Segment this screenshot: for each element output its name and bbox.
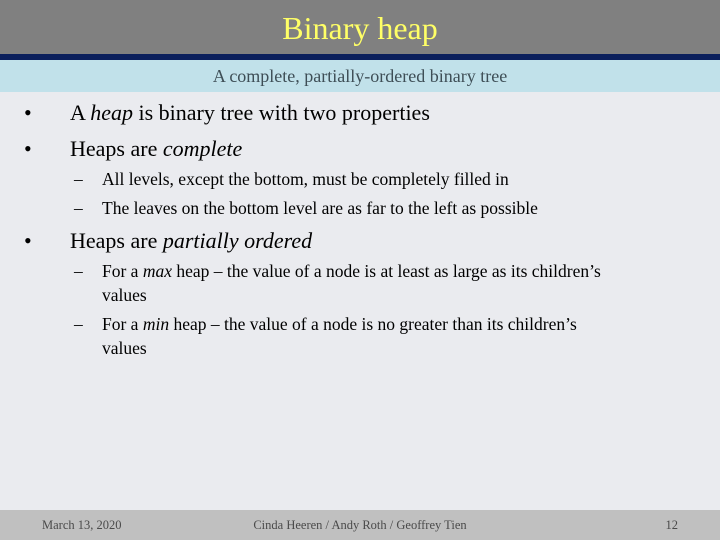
slide-footer: March 13, 2020 Cinda Heeren / Andy Roth … xyxy=(0,510,720,540)
sub-bullet-text: For a max heap – the value of a node is … xyxy=(102,259,601,283)
bullet-text-part: is binary tree with two properties xyxy=(132,100,430,125)
sub-bullet-text-part: For a xyxy=(102,314,143,334)
sub-bullet-emphasis: min xyxy=(142,314,170,334)
slide-title: Binary heap xyxy=(282,10,438,46)
title-bar: Binary heap xyxy=(0,0,720,54)
bullet-emphasis: complete xyxy=(162,136,243,161)
bullet-marker: • xyxy=(24,228,32,253)
page-number: 12 xyxy=(665,518,679,532)
bullet-emphasis: heap xyxy=(90,100,133,125)
bullet-text-part: A xyxy=(70,100,91,125)
sub-bullet-text: The leaves on the bottom level are as fa… xyxy=(102,198,538,218)
bullet-text: A heap is binary tree with two propertie… xyxy=(70,100,430,126)
sub-bullet-marker: – xyxy=(74,314,83,334)
bullet-marker: • xyxy=(24,100,32,125)
sub-bullet-text-part: For a xyxy=(102,261,143,281)
sub-bullet-text-part: heap – the value of a node is no greater… xyxy=(169,314,577,334)
footer-authors: Cinda Heeren / Andy Roth / Geoffrey Tien xyxy=(253,518,467,532)
sub-bullet-emphasis: max xyxy=(142,261,172,281)
bullet-text-part: Heaps are xyxy=(70,228,163,253)
sub-bullet-marker: – xyxy=(74,169,83,189)
subtitle-band: A complete, partially-ordered binary tre… xyxy=(0,60,720,92)
sub-bullet-text: For a min heap – the value of a node is … xyxy=(102,312,577,336)
bullet-text: Heaps are partially ordered xyxy=(70,228,312,254)
sub-bullet-marker: – xyxy=(74,261,83,281)
bullet-emphasis: partially ordered xyxy=(162,228,313,253)
bullet-marker: • xyxy=(24,136,32,161)
bullet-text-part: Heaps are xyxy=(70,136,163,161)
sub-bullet-text: All levels, except the bottom, must be c… xyxy=(102,169,509,189)
sub-bullet-marker: – xyxy=(74,198,83,218)
bullet-text: Heaps are complete xyxy=(70,136,242,162)
sub-bullet-text-continued: values xyxy=(102,338,147,358)
sub-bullet-text-part: heap – the value of a node is at least a… xyxy=(171,261,601,281)
slide-subtitle: A complete, partially-ordered binary tre… xyxy=(212,66,508,86)
sub-bullet-text-continued: values xyxy=(102,285,147,305)
